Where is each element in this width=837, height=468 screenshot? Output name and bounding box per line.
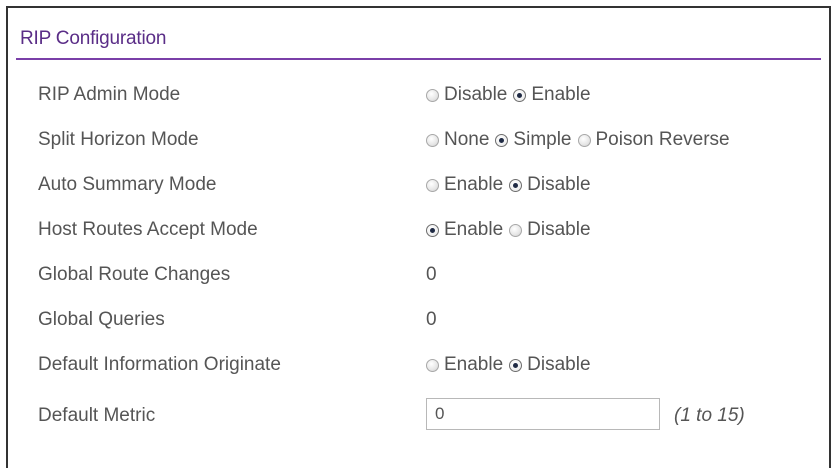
radio-enable[interactable] [426,358,439,372]
global-route-changes-value: 0 [426,264,437,285]
option-label: Enable [444,354,504,375]
rip-admin-mode-label: RIP Admin Mode [38,84,181,105]
option-label: Poison Reverse [595,129,730,150]
option-label: Enable [531,84,591,105]
host-routes-disable-option[interactable]: Disable [509,219,591,241]
radio-poison-reverse[interactable] [577,133,591,147]
rip-admin-mode-disable-option[interactable]: Disable [426,84,507,106]
radio-none[interactable] [426,133,439,147]
option-label: Disable [527,174,591,195]
radio-enable[interactable] [426,223,439,237]
split-horizon-mode-label: Split Horizon Mode [38,129,199,150]
radio-disable[interactable] [509,178,523,192]
auto-summary-mode-row: Auto Summary Mode Enable Disable [8,167,829,207]
global-queries-row: Global Queries 0 [8,302,829,342]
global-route-changes-label: Global Route Changes [38,264,231,285]
option-label: Enable [444,219,504,240]
option-label: Disable [527,219,591,240]
option-label: Simple [513,129,572,150]
auto-summary-disable-option[interactable]: Disable [509,174,591,196]
option-label: Disable [527,354,591,375]
default-metric-row: Default Metric (1 to 15) [8,398,829,438]
rip-configuration-panel: RIP Configuration RIP Admin Mode Disable… [6,6,831,468]
default-information-originate-row: Default Information Originate Enable Dis… [8,347,829,387]
option-label: Enable [444,174,504,195]
split-horizon-none-option[interactable]: None [426,129,489,151]
default-info-disable-option[interactable]: Disable [509,354,591,376]
auto-summary-enable-option[interactable]: Enable [426,174,503,196]
header-divider [16,58,821,60]
split-horizon-mode-options: None Simple Poison Reverse [426,129,736,151]
host-routes-enable-option[interactable]: Enable [426,219,503,241]
option-label: None [444,129,490,150]
global-queries-label: Global Queries [38,309,165,330]
auto-summary-mode-label: Auto Summary Mode [38,174,217,195]
rip-admin-mode-options: Disable Enable [426,84,597,106]
rip-admin-mode-enable-option[interactable]: Enable [513,84,591,106]
default-metric-label: Default Metric [38,405,156,426]
split-horizon-poison-reverse-option[interactable]: Poison Reverse [577,129,730,151]
radio-disable[interactable] [509,358,523,372]
host-routes-accept-mode-options: Enable Disable [426,219,597,241]
split-horizon-mode-row: Split Horizon Mode None Simple Poison Re… [8,122,829,162]
default-info-enable-option[interactable]: Enable [426,354,503,376]
section-title: RIP Configuration [20,28,167,49]
split-horizon-simple-option[interactable]: Simple [495,129,572,151]
host-routes-accept-mode-label: Host Routes Accept Mode [38,219,258,240]
host-routes-accept-mode-row: Host Routes Accept Mode Enable Disable [8,212,829,252]
radio-enable[interactable] [426,178,439,192]
default-metric-input[interactable] [426,398,660,430]
radio-disable[interactable] [426,88,439,102]
default-information-originate-options: Enable Disable [426,354,597,376]
option-label: Disable [444,84,508,105]
global-route-changes-row: Global Route Changes 0 [8,257,829,297]
radio-simple[interactable] [495,133,509,147]
rip-admin-mode-row: RIP Admin Mode Disable Enable [8,77,829,117]
radio-enable[interactable] [513,88,527,102]
default-information-originate-label: Default Information Originate [38,354,281,375]
auto-summary-mode-options: Enable Disable [426,174,597,196]
radio-disable[interactable] [509,223,523,237]
default-metric-range-hint: (1 to 15) [674,405,745,426]
global-queries-value: 0 [426,309,437,330]
